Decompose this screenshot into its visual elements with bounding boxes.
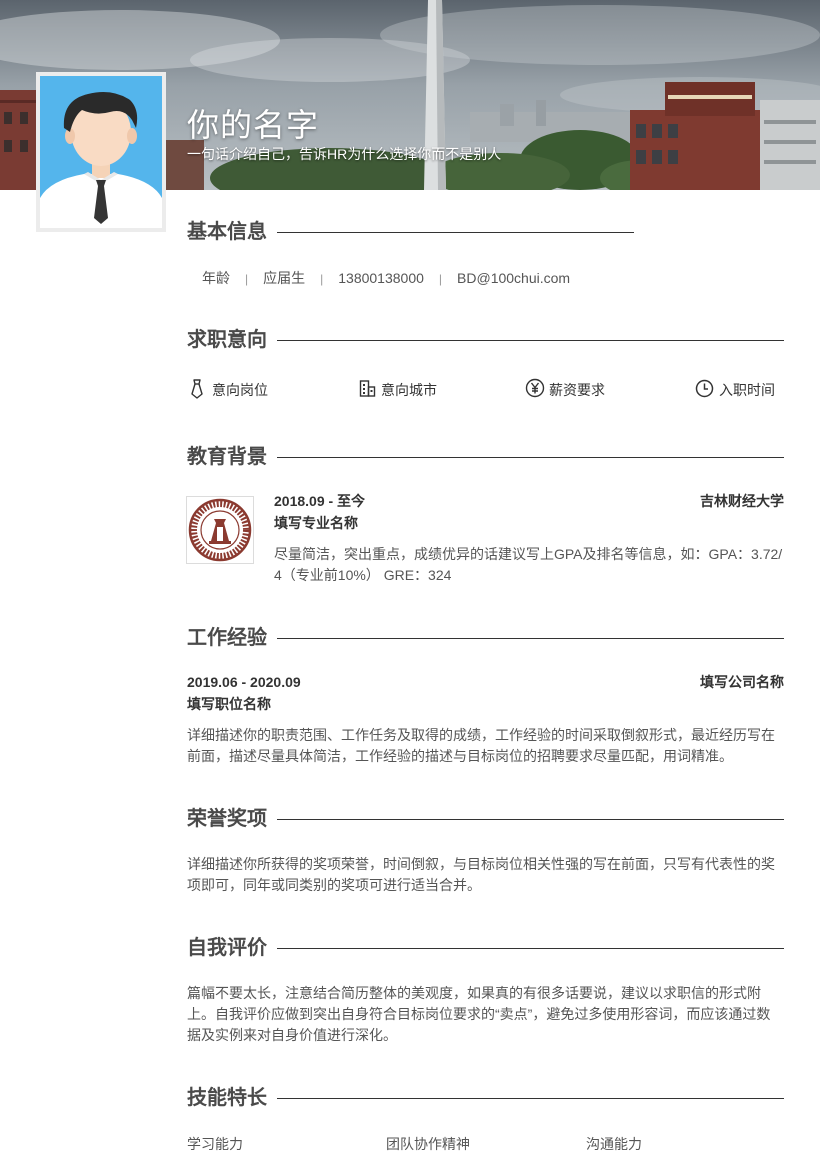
candidate-tagline: 一句话介绍自己，告诉HR为什么选择你而不是别人 (187, 146, 502, 162)
self-evaluation-description: 篇幅不要太长，注意结合简历整体的美观度，如果真的有很多话要说，建议以求职信的形式… (187, 985, 771, 1043)
work-description: 详细描述你的职责范围、工作任务及取得的成绩，工作经验的时间采取倒叙形式，最近经历… (187, 727, 775, 764)
section-honors: 荣誉奖项 (187, 806, 784, 832)
section-title: 基本信息 (187, 221, 267, 243)
section-self-evaluation: 自我评价 (187, 935, 784, 961)
section-title: 自我评价 (187, 937, 267, 959)
intent-label: 意向岗位 (212, 382, 268, 398)
education-period: 2018.09 - 至今 (274, 493, 366, 509)
work-period: 2019.06 - 2020.09 (187, 674, 301, 690)
avatar (36, 72, 166, 232)
section-education: 教育背景 (187, 444, 784, 470)
yen-icon (525, 378, 545, 398)
work-position: 填写职位名称 (187, 696, 271, 712)
tie-icon (191, 379, 203, 399)
separator: | (320, 272, 324, 286)
section-work: 工作经验 (187, 625, 784, 651)
basic-info-row: 年龄 | 应届生 | 13800138000 | BD@100chui.com (202, 268, 570, 288)
section-divider (277, 232, 634, 233)
section-skills: 技能特长 (187, 1085, 784, 1111)
school-logo (186, 496, 254, 564)
work-company: 填写公司名称 (700, 674, 784, 690)
honors-description: 详细描述你所获得的奖项荣誉，时间倒叙，与目标岗位相关性强的写在前面，只写有代表性… (187, 856, 775, 893)
section-basic-info: 基本信息 (187, 219, 634, 245)
skill-item: 沟通能力 (586, 1136, 642, 1152)
section-divider (277, 340, 784, 341)
building-icon (359, 380, 376, 397)
status-field: 应届生 (263, 270, 306, 286)
section-divider (277, 638, 784, 639)
separator: | (245, 272, 249, 286)
email-field: BD@100chui.com (457, 270, 571, 286)
section-title: 技能特长 (187, 1087, 267, 1109)
section-divider (277, 948, 784, 949)
section-title: 荣誉奖项 (187, 808, 267, 830)
section-title: 求职意向 (187, 329, 267, 351)
education-major: 填写专业名称 (274, 515, 358, 531)
phone-field: 13800138000 (338, 270, 424, 286)
avatar-illustration (40, 76, 162, 228)
section-title: 工作经验 (187, 627, 267, 649)
education-school: 吉林财经大学 (700, 493, 784, 509)
skill-item: 学习能力 (187, 1136, 243, 1152)
section-job-intent: 求职意向 (187, 327, 784, 353)
age-field: 年龄 (202, 270, 230, 286)
clock-icon (695, 379, 714, 398)
education-description: 尽量简洁，突出重点，成绩优异的话建议写上GPA及排名等信息，如：GPA：3.72… (274, 546, 783, 583)
section-title: 教育背景 (187, 446, 267, 468)
school-seal-icon (188, 498, 252, 562)
candidate-name: 你的名字 (187, 107, 320, 143)
skill-item: 团队协作精神 (386, 1136, 470, 1152)
separator: | (438, 272, 443, 286)
intent-label: 入职时间 (719, 382, 775, 398)
section-divider (277, 1098, 784, 1099)
intent-label: 意向城市 (381, 382, 437, 398)
section-divider (277, 819, 784, 820)
section-divider (277, 457, 784, 458)
intent-label: 薪资要求 (549, 382, 605, 398)
